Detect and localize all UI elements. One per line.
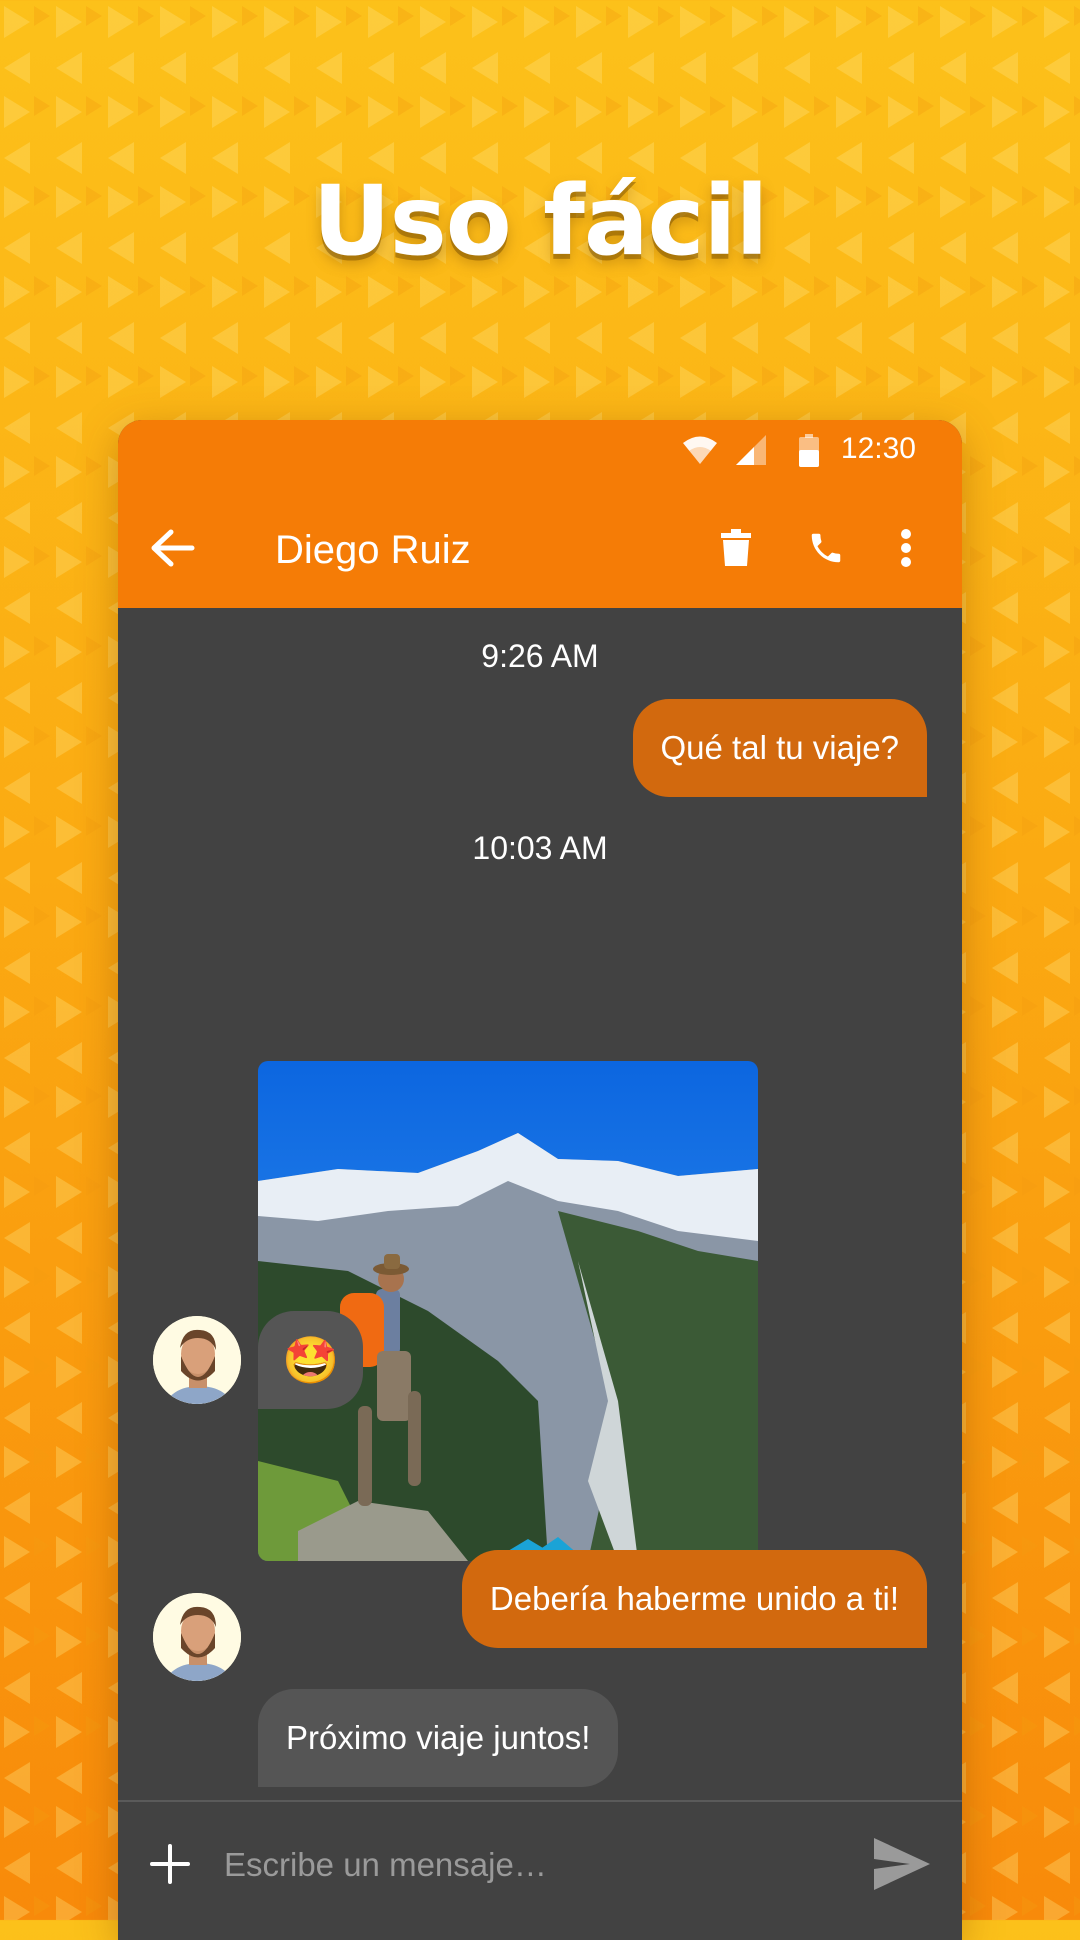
back-arrow-icon (151, 529, 195, 567)
contact-avatar[interactable] (153, 1593, 241, 1681)
message-timestamp: 9:26 AM (481, 638, 599, 674)
promo-headline: Uso fácil (312, 165, 769, 277)
outgoing-message[interactable]: Qué tal tu viaje? (632, 699, 927, 797)
status-bar: 12:30 (118, 420, 962, 488)
status-time: 12:30 (840, 432, 916, 465)
delete-icon (721, 529, 751, 566)
avatar-photo (153, 1593, 241, 1681)
app-bar: Diego Ruiz (118, 488, 962, 608)
phone-icon (811, 533, 841, 563)
back-button[interactable] (141, 516, 205, 580)
attach-button[interactable] (146, 1840, 194, 1888)
message-input[interactable] (222, 1824, 816, 1906)
battery-icon (799, 434, 819, 467)
phone-screen: 12:30 Diego Ruiz 9:26 AM Qué tal tu viaj… (118, 420, 962, 1940)
chat-thread: 9:26 AM Qué tal tu viaje? 10:03 AM 🤩 Deb… (118, 608, 962, 1787)
delete-button[interactable] (704, 516, 768, 580)
send-icon (874, 1838, 930, 1890)
send-button[interactable] (872, 1836, 932, 1892)
call-button[interactable] (794, 516, 858, 580)
more-vert-icon (901, 529, 911, 567)
contact-avatar[interactable] (153, 1316, 241, 1404)
message-composer (118, 1800, 962, 1940)
incoming-message[interactable]: Próximo viaje juntos! (258, 1689, 619, 1787)
plus-icon (150, 1844, 190, 1884)
signal-icon (736, 435, 766, 465)
wifi-icon (683, 436, 717, 464)
outgoing-message[interactable]: Debería haberme unido a ti! (461, 1550, 927, 1648)
more-options-button[interactable] (874, 516, 938, 580)
contact-name: Diego Ruiz (275, 528, 471, 572)
message-timestamp: 10:03 AM (472, 830, 608, 866)
incoming-message[interactable]: 🤩 (258, 1311, 364, 1409)
avatar-photo (153, 1316, 241, 1404)
